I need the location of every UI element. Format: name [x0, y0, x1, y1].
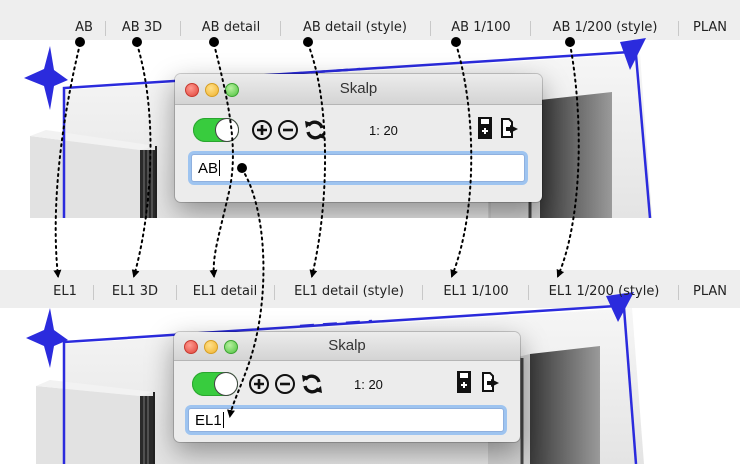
arrow-origin-dot	[209, 37, 219, 47]
arrow-tab-2	[131, 43, 152, 278]
arrow-tab-4	[307, 43, 326, 278]
arrow-tab-6	[556, 43, 580, 278]
annotation-arrows	[53, 37, 580, 418]
arrow-origin-dot	[303, 37, 313, 47]
arrow-tab-1	[53, 43, 81, 278]
arrow-origin-dot	[132, 37, 142, 47]
arrow-origin-dot	[565, 37, 575, 47]
arrow-origin-dot	[75, 37, 85, 47]
arrow-tab-3	[209, 43, 234, 278]
arrow-origin-dot	[237, 163, 247, 173]
arrow-origin-dot	[451, 37, 461, 47]
arrow-tab-5	[450, 43, 473, 278]
arrow-name-field	[227, 168, 265, 418]
